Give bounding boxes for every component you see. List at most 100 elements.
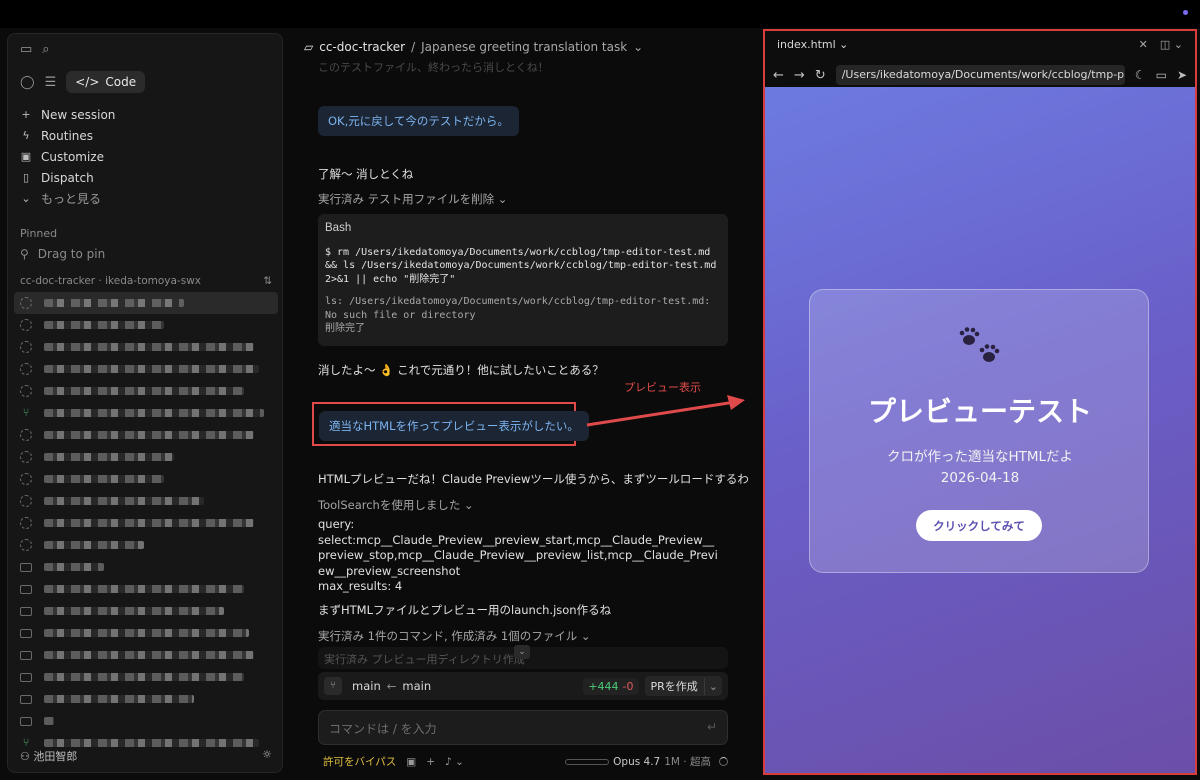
context-meter <box>565 758 610 765</box>
image-icon[interactable]: ▣ <box>406 756 416 768</box>
list-item[interactable] <box>14 644 278 666</box>
redacted-text <box>44 607 224 615</box>
scroll-down-icon[interactable]: ⌄ <box>514 645 530 659</box>
forward-arrow-icon[interactable]: → <box>794 68 805 83</box>
nav-label: Customize <box>41 149 104 164</box>
arrow-left-icon: ← <box>386 679 397 693</box>
list-item[interactable] <box>14 314 278 336</box>
create-pr-label: PRを作成 <box>650 680 698 693</box>
list-item[interactable] <box>14 688 278 710</box>
list-item[interactable] <box>14 556 278 578</box>
list-item[interactable] <box>14 490 278 512</box>
url-field[interactable]: /Users/ikedatomoya/Documents/work/ccblog… <box>835 65 1125 85</box>
chat-icon[interactable]: ◯ <box>20 75 35 90</box>
session-status-icon <box>20 539 32 551</box>
preview-date: 2026-04-18 <box>940 470 1020 486</box>
status-dot <box>1183 10 1188 15</box>
code-result: ls: /Users/ikedatomoya/Documents/work/cc… <box>325 296 711 334</box>
breadcrumb[interactable]: ▱ cc-doc-tracker / Japanese greeting tra… <box>304 40 643 54</box>
list-item[interactable] <box>14 622 278 644</box>
list-item[interactable] <box>14 578 278 600</box>
list-item[interactable] <box>14 424 278 446</box>
toolsearch-label: ToolSearchを使用しました <box>318 498 461 512</box>
toolsearch-toggle[interactable]: ToolSearchを使用しました ⌄ <box>318 498 474 514</box>
click-me-button[interactable]: クリックしてみて <box>916 510 1042 541</box>
chevron-down-icon: ⌄ <box>633 40 644 54</box>
list-item[interactable] <box>14 468 278 490</box>
create-pr-button[interactable]: PRを作成 ⌄ <box>644 676 722 696</box>
branch-source[interactable]: main <box>352 679 381 693</box>
list-item[interactable]: ⑂ <box>14 402 278 424</box>
exec-toggle[interactable]: 実行済み 1件のコマンド, 作成済み 1個のファイル ⌄ <box>318 629 591 645</box>
back-arrow-icon[interactable]: ← <box>773 68 784 83</box>
sidebar-toggle-icon[interactable]: ▭ <box>20 42 32 57</box>
session-status-icon <box>20 341 32 353</box>
query-label: query: <box>318 517 355 531</box>
query-value: select:mcp__Claude_Preview__preview_star… <box>318 532 718 578</box>
mic-icon[interactable]: ♪ ⌄ <box>445 756 464 768</box>
list-item[interactable] <box>14 380 278 402</box>
assistant-message: 消したよ〜 👌 これで元通り！他に試したいことある？ <box>318 363 604 377</box>
session-status-icon <box>20 429 32 441</box>
list-item[interactable] <box>14 534 278 556</box>
search-icon[interactable]: ⌕ <box>42 42 49 57</box>
window-titlebar <box>0 0 1200 28</box>
model-selector[interactable]: Opus 4.7 1M · 超高 <box>565 754 728 769</box>
account[interactable]: ⚇ 池田智郎 <box>20 748 77 764</box>
project-name: cc-doc-tracker · ikeda-tomoya-swx <box>20 275 201 287</box>
branch-target[interactable]: main <box>402 679 431 693</box>
close-icon[interactable]: ✕ <box>1139 38 1148 51</box>
exec-toggle[interactable]: 実行済み テスト用ファイルを削除 ⌄ <box>318 192 507 208</box>
user-icon: ⚇ <box>20 750 30 763</box>
project-header: cc-doc-tracker · ikeda-tomoya-swx ⇅ <box>20 275 272 287</box>
list-item[interactable] <box>14 600 278 622</box>
archive-icon <box>20 672 32 682</box>
code-tab[interactable]: </> Code <box>66 71 146 93</box>
send-icon[interactable]: ↵ <box>707 720 717 734</box>
code-command: $ rm /Users/ikedatomoya/Documents/work/c… <box>325 246 723 285</box>
archive-icon <box>20 716 32 726</box>
command-input[interactable]: コマンドは / を入力 ↵ <box>318 710 728 745</box>
chevron-down-icon[interactable]: ⌄ <box>703 677 722 695</box>
nav-customize[interactable]: ▣ Customize <box>20 146 270 167</box>
layout-toggle-icon[interactable]: ◫ ⌄ <box>1160 38 1183 51</box>
nav-routines[interactable]: ϟ Routines <box>20 125 270 146</box>
archive-icon <box>20 606 32 616</box>
nav-more[interactable]: ⌄ もっと見る <box>20 188 270 209</box>
settings-sun-icon[interactable]: ☼ <box>262 748 272 764</box>
sidebar: ▭ ⌕ ◯ ☰ </> Code + New session ϟ Routines … <box>7 33 283 773</box>
archive-icon <box>20 650 32 660</box>
list-item[interactable] <box>14 358 278 380</box>
session-list: ⑂ ⑂ <box>14 292 278 754</box>
list-item[interactable] <box>14 512 278 534</box>
redacted-text <box>44 453 174 461</box>
cursor-icon[interactable]: ➤ <box>1177 68 1187 82</box>
code-header: Bash <box>325 222 352 234</box>
model-name: Opus 4.7 <box>613 755 661 768</box>
redacted-text <box>44 563 104 571</box>
session-status-icon <box>20 495 32 507</box>
list-item[interactable] <box>14 292 278 314</box>
tasks-icon[interactable]: ☰ <box>45 75 57 90</box>
bypass-permissions-button[interactable]: 許可をバイパス <box>323 754 396 769</box>
list-item[interactable] <box>14 710 278 732</box>
plus-icon: + <box>21 108 31 121</box>
assistant-message: 了解〜 消しとくね <box>318 167 414 181</box>
filter-icon[interactable]: ⇅ <box>263 275 272 287</box>
dark-mode-icon[interactable]: ☾ <box>1135 68 1146 82</box>
nav-new-session[interactable]: + New session <box>20 104 270 125</box>
redacted-text <box>44 541 144 549</box>
nav-dispatch[interactable]: ▯ Dispatch <box>20 167 270 188</box>
list-item[interactable] <box>14 666 278 688</box>
laptop-icon[interactable]: ▭ <box>1156 68 1167 82</box>
preview-viewport: プレビューテスト クロが作った適当なHTMLだよ 2026-04-18 クリック… <box>765 87 1195 773</box>
list-item[interactable] <box>14 446 278 468</box>
session-status-icon <box>20 385 32 397</box>
git-branch-icon: ⑂ <box>22 406 30 419</box>
reload-icon[interactable]: ↻ <box>815 68 826 83</box>
pinned-heading: Pinned <box>20 227 58 240</box>
list-item[interactable] <box>14 336 278 358</box>
redacted-text <box>44 717 54 725</box>
file-tab[interactable]: index.html ⌄ <box>777 38 848 51</box>
plus-icon[interactable]: + <box>426 756 435 768</box>
